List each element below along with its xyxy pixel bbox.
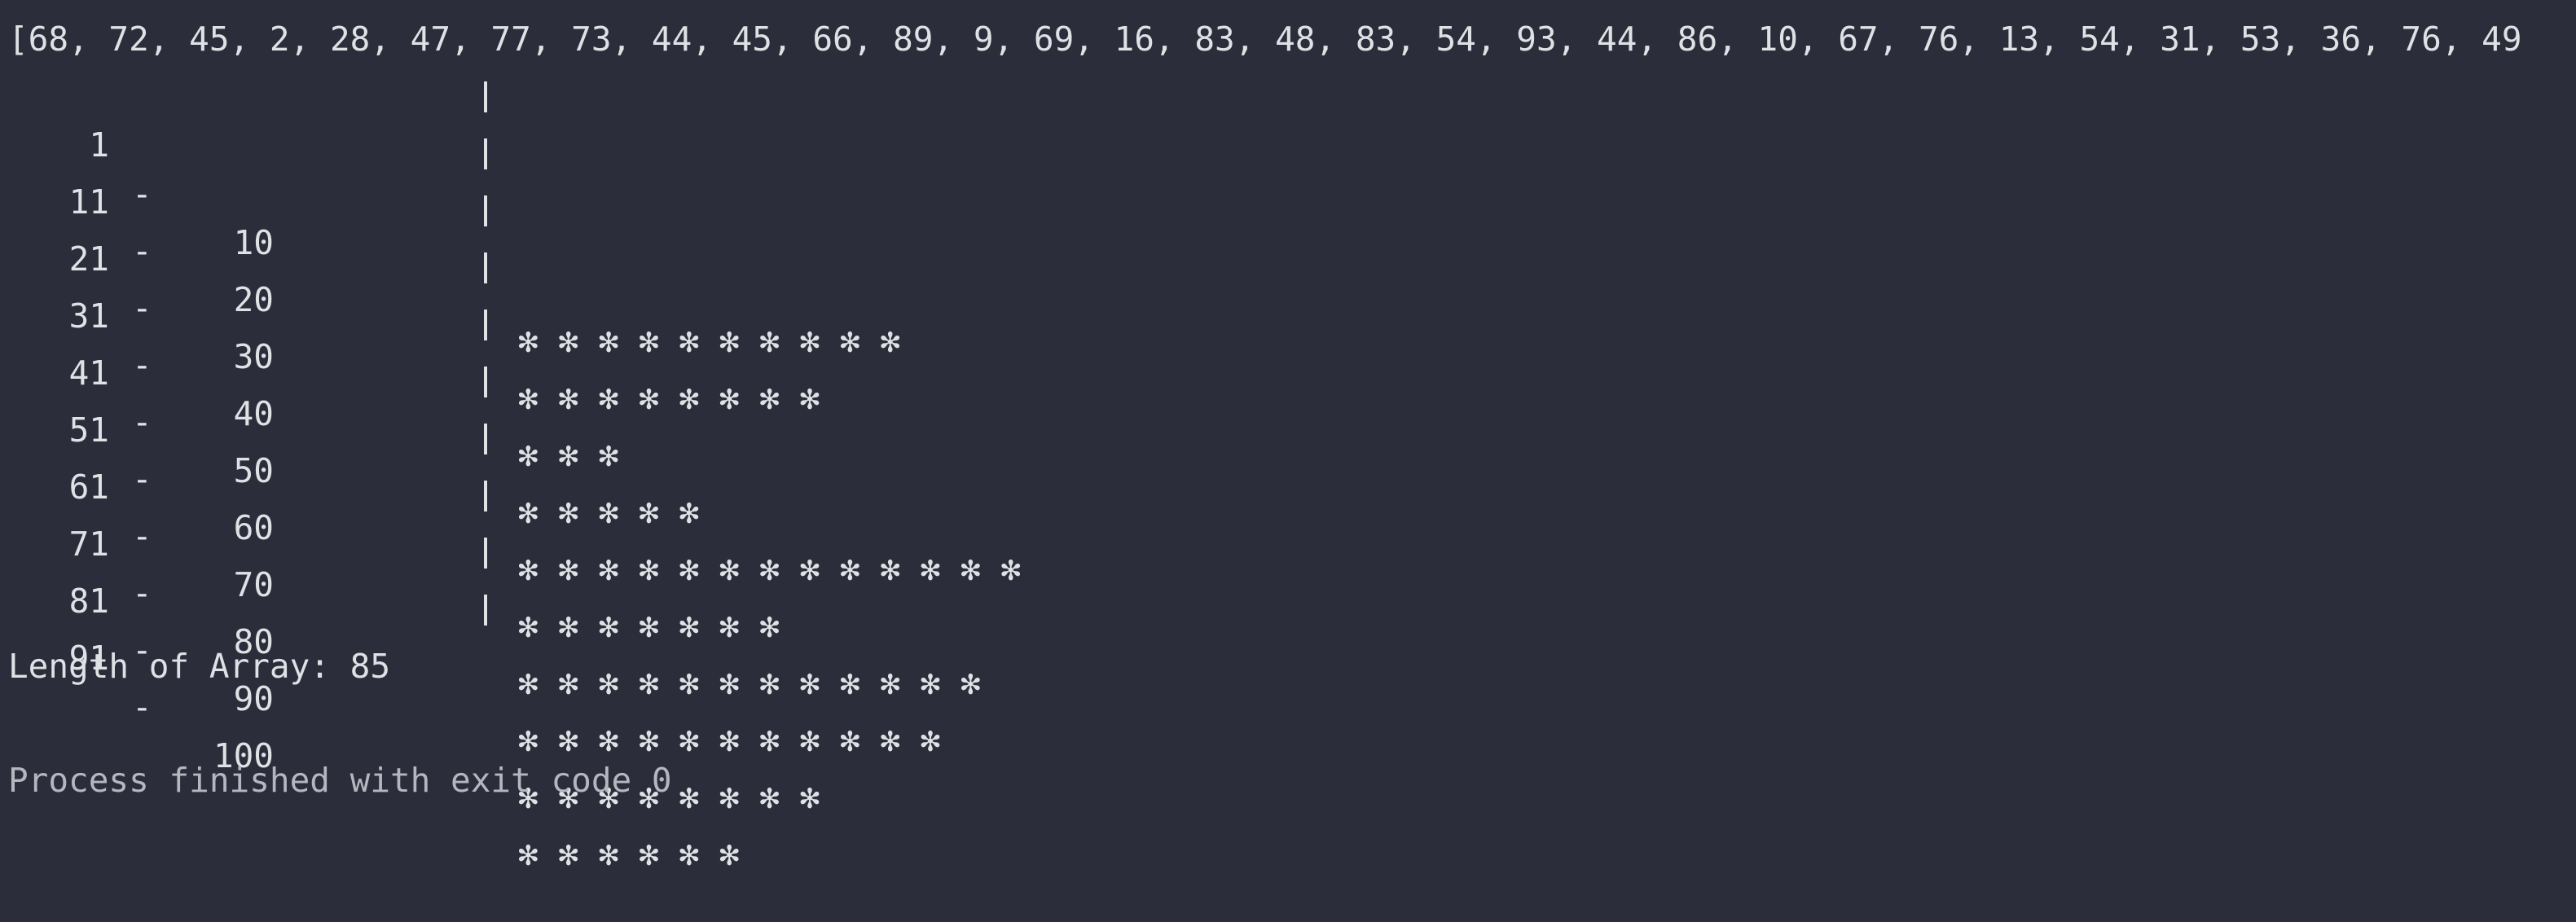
histogram-row: 91 - 100 ✻ ✻ ✻ ✻ ✻ ✻ — [0, 585, 2576, 873]
histogram-stars: ✻ ✻ ✻ ✻ ✻ ✻ — [518, 834, 740, 873]
bar-separator — [484, 310, 487, 340]
histogram-stars: ✻ ✻ ✻ ✻ ✻ ✻ ✻ ✻ ✻ ✻ ✻ ✻ — [518, 663, 981, 702]
bar-separator — [484, 595, 487, 626]
bar-separator — [484, 252, 487, 283]
histogram-row: 1 - 10 ✻ ✻ ✻ ✻ ✻ ✻ ✻ ✻ ✻ ✻ — [0, 72, 2576, 360]
histogram-row: 51 - 60 ✻ ✻ ✻ ✻ ✻ ✻ ✻ — [0, 357, 2576, 645]
process-exit-line: Process finished with exit code 0 — [8, 761, 672, 800]
histogram-row: 71 - 80 ✻ ✻ ✻ ✻ ✻ ✻ ✻ ✻ ✻ ✻ ✻ — [0, 471, 2576, 759]
histogram-row: 11 - 20 ✻ ✻ ✻ ✻ ✻ ✻ ✻ ✻ — [0, 129, 2576, 417]
histogram-row: 41 - 50 ✻ ✻ ✻ ✻ ✻ ✻ ✻ ✻ ✻ ✻ ✻ ✻ ✻ — [0, 300, 2576, 588]
array-output-line: [68, 72, 45, 2, 28, 47, 77, 73, 44, 45, … — [8, 20, 2522, 59]
bar-separator — [484, 195, 487, 226]
bar-separator — [484, 481, 487, 511]
histogram-row: 61 - 70 ✻ ✻ ✻ ✻ ✻ ✻ ✻ ✻ ✻ ✻ ✻ ✻ — [0, 414, 2576, 702]
console-output: [68, 72, 45, 2, 28, 47, 77, 73, 44, 45, … — [0, 0, 2576, 922]
bar-separator — [484, 81, 487, 112]
array-length-line: Length of Array: 85 — [8, 647, 390, 686]
bar-separator — [484, 424, 487, 454]
histogram-row: 81 - 90 ✻ ✻ ✻ ✻ ✻ ✻ ✻ ✻ — [0, 528, 2576, 816]
histogram-row: 21 - 30 ✻ ✻ ✻ — [0, 186, 2576, 474]
histogram-row: 31 - 40 ✻ ✻ ✻ ✻ ✻ — [0, 243, 2576, 531]
bar-separator — [484, 138, 487, 169]
bar-separator — [484, 367, 487, 397]
bar-separator — [484, 538, 487, 569]
